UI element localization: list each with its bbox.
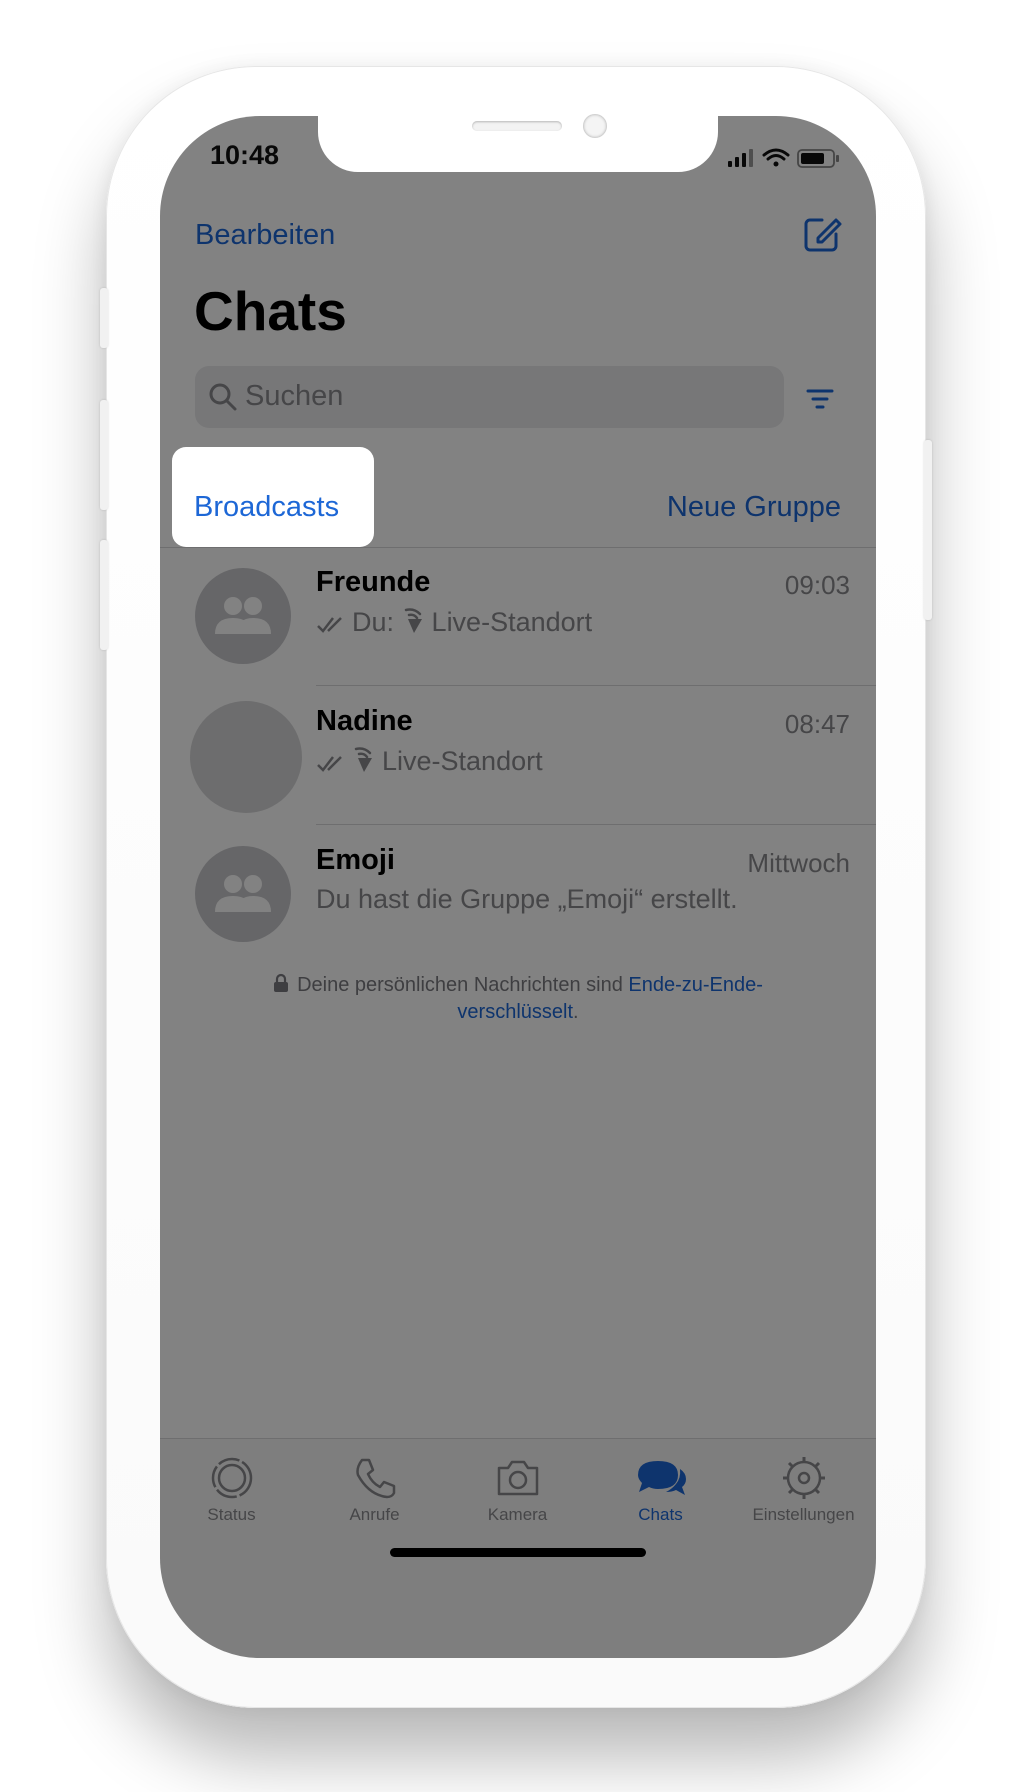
- chats-icon: [637, 1461, 686, 1495]
- tab-chats[interactable]: Chats: [589, 1455, 732, 1525]
- chat-preview: Du: Live-Standort: [316, 606, 592, 638]
- chat-row-nadine[interactable]: Nadine 08:47 Live-Standort: [160, 687, 876, 825]
- volume-up-button: [100, 400, 108, 510]
- chat-name: Emoji: [316, 844, 395, 876]
- avatar: [195, 568, 291, 664]
- compose-icon[interactable]: [800, 212, 844, 256]
- avatar: [190, 701, 302, 813]
- double-check-icon: [317, 756, 342, 772]
- group-icon: [215, 597, 271, 634]
- chat-name: Freunde: [316, 566, 431, 598]
- avatar: [195, 846, 291, 942]
- earpiece-speaker: [472, 121, 562, 131]
- edit-button[interactable]: Bearbeiten: [195, 219, 335, 252]
- front-camera: [583, 114, 607, 138]
- tab-label: Status: [207, 1505, 256, 1524]
- home-indicator: [390, 1548, 646, 1557]
- chat-row-emoji[interactable]: Emoji Mittwoch Du hast die Gruppe „Emoji…: [160, 826, 876, 964]
- tab-status[interactable]: Status: [160, 1455, 303, 1525]
- encryption-notice: Deine persönlichen Nachrichten sind Ende…: [220, 972, 816, 1026]
- search-icon: [209, 383, 237, 411]
- row-divider: [316, 685, 876, 686]
- lock-icon: [274, 973, 289, 992]
- status-time: 10:48: [210, 140, 280, 170]
- battery-icon: [797, 149, 839, 168]
- search-placeholder: Suchen: [245, 380, 344, 412]
- status-icons: [728, 148, 839, 168]
- power-button: [924, 440, 932, 620]
- chat-row-freunde[interactable]: Freunde 09:03 Du: Live-Standort: [160, 548, 876, 686]
- search-input[interactable]: Suchen: [195, 366, 784, 428]
- wifi-icon: [762, 148, 790, 167]
- tab-label: Kamera: [487, 1505, 548, 1524]
- encryption-text: Deine persönlichen Nachrichten sind: [297, 974, 623, 996]
- broadcasts-highlight-label: Broadcasts: [194, 491, 340, 523]
- tab-settings[interactable]: Einstellungen: [732, 1455, 875, 1525]
- filter-icon[interactable]: [804, 386, 836, 412]
- chat-name: Nadine: [316, 705, 413, 737]
- chat-time: 08:47: [784, 709, 850, 739]
- page-title: Chats: [194, 280, 347, 342]
- tab-label: Anrufe: [349, 1505, 400, 1524]
- status-icon: [211, 1457, 252, 1499]
- stage: 10:48 Bearbeiten Chats Suchen Neue Grupp…: [0, 0, 1034, 1792]
- tab-label: Chats: [638, 1505, 683, 1524]
- double-check-icon: [317, 617, 342, 633]
- encryption-end: .: [573, 1001, 579, 1023]
- live-location-icon: [404, 608, 422, 633]
- mute-switch: [100, 288, 108, 348]
- chat-time: Mittwoch: [747, 848, 850, 878]
- row-divider: [316, 824, 876, 825]
- broadcasts-highlight[interactable]: Broadcasts: [172, 447, 374, 547]
- group-icon: [215, 875, 271, 912]
- live-location-icon: [354, 747, 372, 772]
- chat-time: 09:03: [784, 570, 850, 600]
- preview-sender: Du:: [352, 607, 395, 637]
- volume-down-button: [100, 540, 108, 650]
- signal-icon: [728, 149, 753, 167]
- gear-icon: [782, 1457, 825, 1499]
- tab-label: Einstellungen: [752, 1505, 855, 1524]
- camera-icon: [497, 1460, 538, 1496]
- tab-camera[interactable]: Kamera: [446, 1455, 589, 1525]
- chat-preview: Live-Standort: [316, 745, 543, 777]
- phone-icon: [355, 1458, 395, 1499]
- chat-preview: Du hast die Gruppe „Emoji“ erstellt.: [316, 884, 738, 914]
- preview-text: Live-Standort: [431, 607, 593, 637]
- phone-screen: 10:48 Bearbeiten Chats Suchen Neue Grupp…: [160, 116, 876, 1658]
- preview-text: Live-Standort: [382, 746, 543, 776]
- new-group-link[interactable]: Neue Gruppe: [667, 491, 841, 524]
- tab-calls[interactable]: Anrufe: [303, 1455, 446, 1525]
